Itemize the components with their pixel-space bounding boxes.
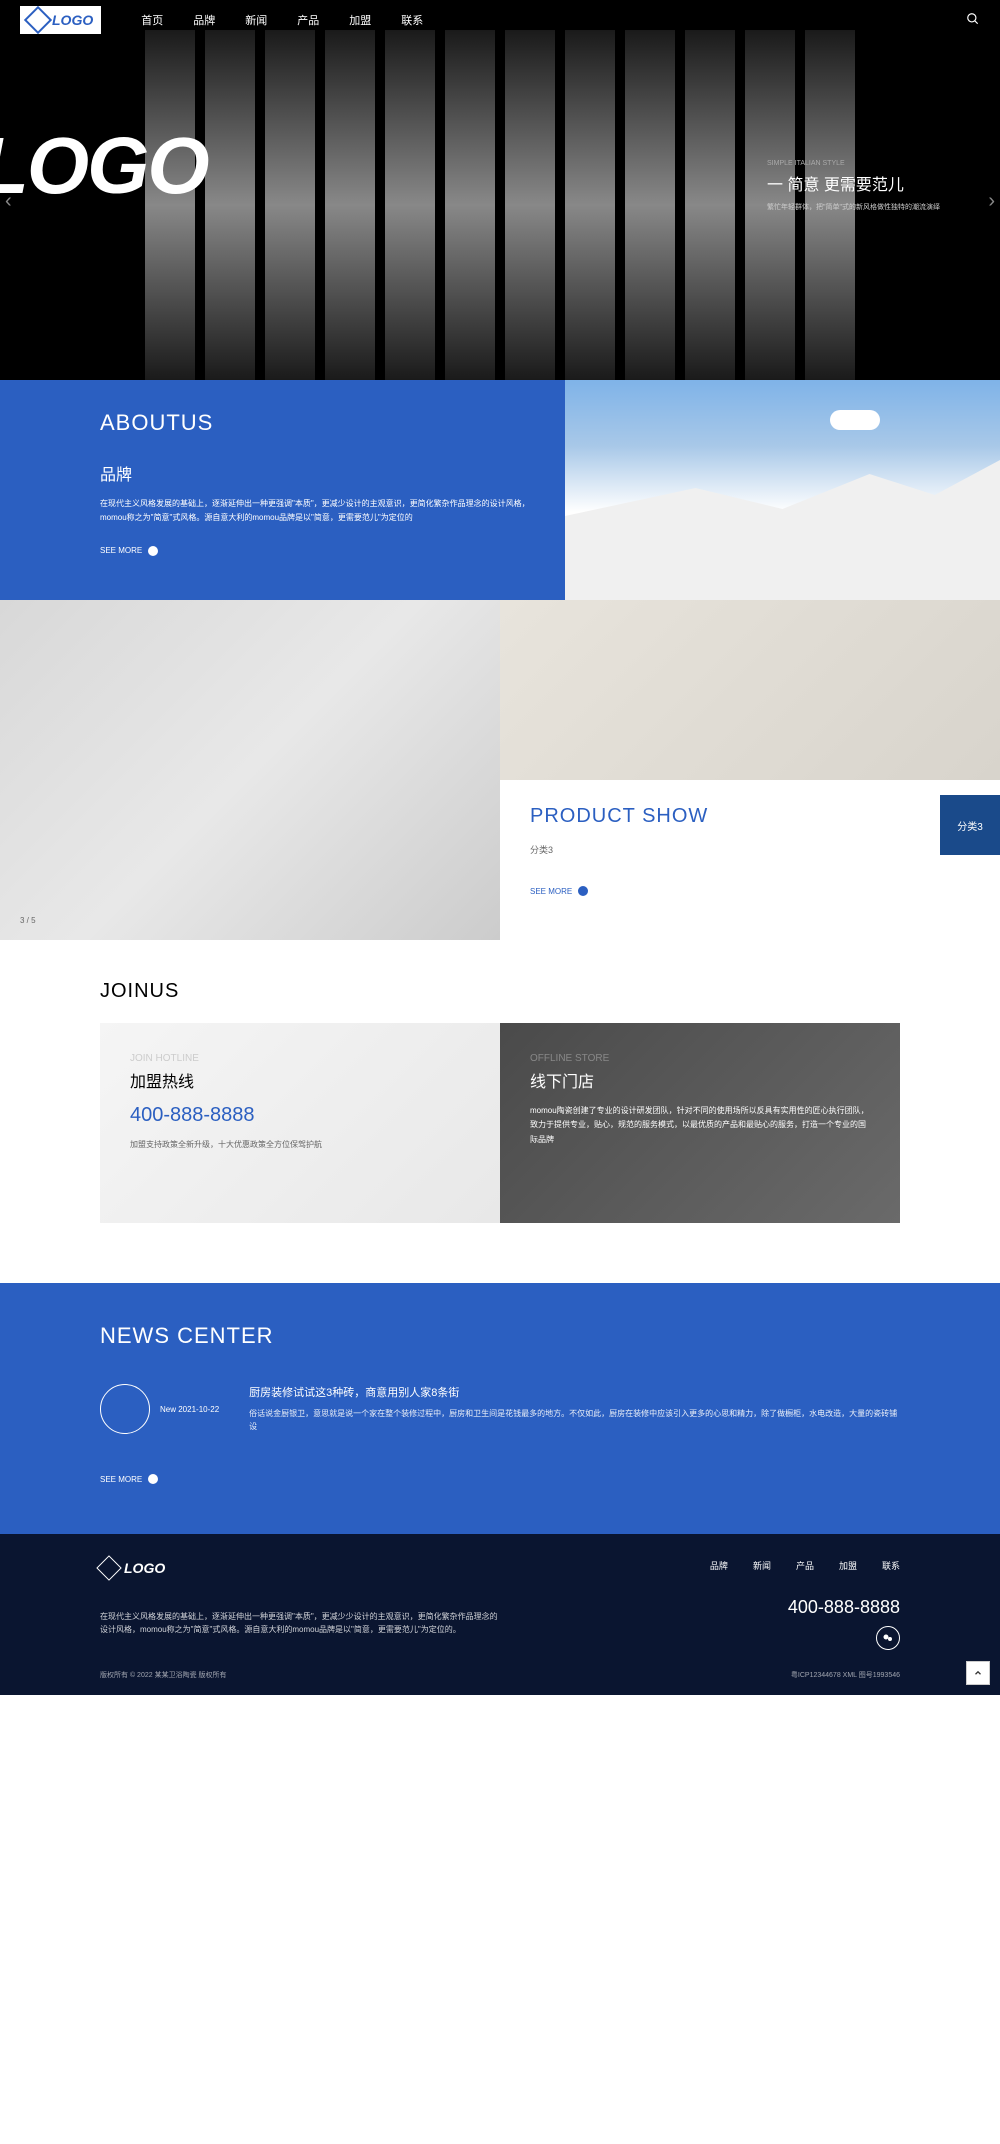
news-date: New 2021-10-22 [160,1405,219,1414]
back-to-top-button[interactable] [966,1661,990,1685]
see-more-label: SEE MORE [530,887,572,896]
nav-brand[interactable]: 品牌 [193,12,215,28]
footer-logo-text: LOGO [124,1560,165,1576]
circle-icon [148,1474,158,1484]
copyright: 版权所有 © 2022 某某卫浴陶瓷 版权所有 [100,1670,227,1680]
circle-icon [578,886,588,896]
hero-logo-text: LOGO [0,120,208,212]
news-item-title: 厨房装修试试这3种砖，商意用别人家8条街 [249,1384,900,1400]
about-description: 在现代主义风格发展的基础上，逐渐延伸出一种更强调"本质"，更减少设计的主观意识，… [100,497,535,526]
join-title: JOINUS [100,980,900,1003]
logo-icon [24,6,52,34]
footer: LOGO 品牌 新闻 产品 加盟 联系 在现代主义风格发展的基础上，逐渐延伸出一… [0,1534,1000,1695]
footer-mid: 在现代主义风格发展的基础上，逐渐延伸出一种更强调"本质"，更减少少设计的主观意识… [100,1597,900,1650]
product-title: PRODUCT SHOW [530,805,970,828]
join-hotline-description: 加盟支持政策全新升级，十大优惠政策全方位保驾护航 [130,1139,470,1150]
see-more-label: SEE MORE [100,1475,142,1484]
footer-nav: 品牌 新闻 产品 加盟 联系 [710,1559,900,1572]
footer-logo-icon [96,1555,121,1580]
hero-description: 繁忙年轻群体，把"简单"式的新风格做性独特的潮流演绎 [767,203,940,214]
footer-logo[interactable]: LOGO [100,1559,165,1577]
see-more-label: SEE MORE [100,546,142,555]
footer-nav-join[interactable]: 加盟 [839,1559,857,1572]
footer-description: 在现代主义风格发展的基础上，逐渐延伸出一种更强调"本质"，更减少少设计的主观意识… [100,1611,500,1637]
join-store-card: OFFLINE STORE 线下门店 momou陶瓷创建了专业的设计研发团队，针… [500,1023,900,1223]
news-section: NEWS CENTER New 2021-10-22 厨房装修试试这3种砖，商意… [0,1283,1000,1534]
join-store-description: momou陶瓷创建了专业的设计研发团队，针对不同的使用场所以反具有实用性的匠心执… [530,1104,870,1147]
news-circle-icon [100,1384,150,1434]
join-phone-number[interactable]: 400-888-8888 [130,1104,470,1127]
carousel-next-icon[interactable]: › [988,190,995,213]
about-content: ABOUTUS 品牌 在现代主义风格发展的基础上，逐渐延伸出一种更强调"本质"，… [0,380,565,600]
join-hotline-ghost: JOIN HOTLINE [130,1053,470,1064]
hero-section: LOGO SIMPLE ITALIAN STYLE 一 简意 更需要范儿 繁忙年… [0,0,1000,380]
join-hotline-subtitle: 加盟热线 [130,1068,470,1092]
product-section: 3 / 5 PRODUCT SHOW 分类3 SEE MORE 分类3 [0,600,1000,940]
footer-nav-brand[interactable]: 品牌 [710,1559,728,1572]
footer-phone[interactable]: 400-888-8888 [788,1597,900,1618]
news-see-more-button[interactable]: SEE MORE [100,1474,900,1484]
join-hotline-card: JOIN HOTLINE 加盟热线 400-888-8888 加盟支持政策全新升… [100,1023,500,1223]
join-grid: JOIN HOTLINE 加盟热线 400-888-8888 加盟支持政策全新升… [100,1023,900,1223]
logo-text: LOGO [52,12,93,28]
news-content: 厨房装修试试这3种砖，商意用别人家8条街 俗话说金厨银卫，意思就是说一个家在整个… [249,1384,900,1434]
wechat-icon[interactable] [876,1626,900,1650]
product-image-main: 3 / 5 [0,600,500,940]
product-category-badge[interactable]: 分类3 [940,795,1000,855]
product-see-more-button[interactable]: SEE MORE [530,886,970,896]
nav-contact[interactable]: 联系 [401,12,423,28]
join-store-ghost: OFFLINE STORE [530,1053,870,1064]
carousel-prev-icon[interactable]: ‹ [5,190,12,213]
about-subtitle: 品牌 [100,461,535,485]
footer-nav-contact[interactable]: 联系 [882,1559,900,1572]
news-date-wrap: New 2021-10-22 [100,1384,219,1434]
about-see-more-button[interactable]: SEE MORE [100,546,535,556]
join-section: JOINUS JOIN HOTLINE 加盟热线 400-888-8888 加盟… [0,940,1000,1283]
hero-title: 一 简意 更需要范儿 [767,171,940,195]
hero-text-block: SIMPLE ITALIAN STYLE 一 简意 更需要范儿 繁忙年轻群体，把… [767,160,940,214]
search-icon[interactable] [966,12,980,29]
header: LOGO 首页 品牌 新闻 产品 加盟 联系 [0,0,1000,40]
icp-info: 粤ICP12344678 XML 图号1993546 [791,1670,900,1680]
nav-news[interactable]: 新闻 [245,12,267,28]
nav-join[interactable]: 加盟 [349,12,371,28]
nav-home[interactable]: 首页 [141,12,163,28]
hero-subtitle: SIMPLE ITALIAN STYLE [767,160,940,167]
circle-icon [148,546,158,556]
product-info: PRODUCT SHOW 分类3 SEE MORE 分类3 [500,780,1000,921]
footer-top: LOGO 品牌 新闻 产品 加盟 联系 [100,1559,900,1577]
news-item[interactable]: New 2021-10-22 厨房装修试试这3种砖，商意用别人家8条街 俗话说金… [100,1384,900,1434]
product-category: 分类3 [530,843,970,856]
product-image-secondary [500,600,1000,780]
product-counter: 3 / 5 [20,916,36,925]
about-image [565,380,1000,600]
logo[interactable]: LOGO [20,6,101,34]
footer-nav-product[interactable]: 产品 [796,1559,814,1572]
footer-nav-news[interactable]: 新闻 [753,1559,771,1572]
join-store-subtitle: 线下门店 [530,1068,870,1092]
news-title: NEWS CENTER [100,1323,900,1349]
footer-bottom: 版权所有 © 2022 某某卫浴陶瓷 版权所有 粤ICP12344678 XML… [100,1670,900,1680]
news-item-description: 俗话说金厨银卫，意思就是说一个家在整个装修过程中，厨房和卫生间是花钱最多的地方。… [249,1408,900,1434]
about-title: ABOUTUS [100,410,535,436]
nav-product[interactable]: 产品 [297,12,319,28]
main-nav: 首页 品牌 新闻 产品 加盟 联系 [141,12,423,28]
product-right: PRODUCT SHOW 分类3 SEE MORE 分类3 [500,600,1000,940]
about-section: ABOUTUS 品牌 在现代主义风格发展的基础上，逐渐延伸出一种更强调"本质"，… [0,380,1000,600]
